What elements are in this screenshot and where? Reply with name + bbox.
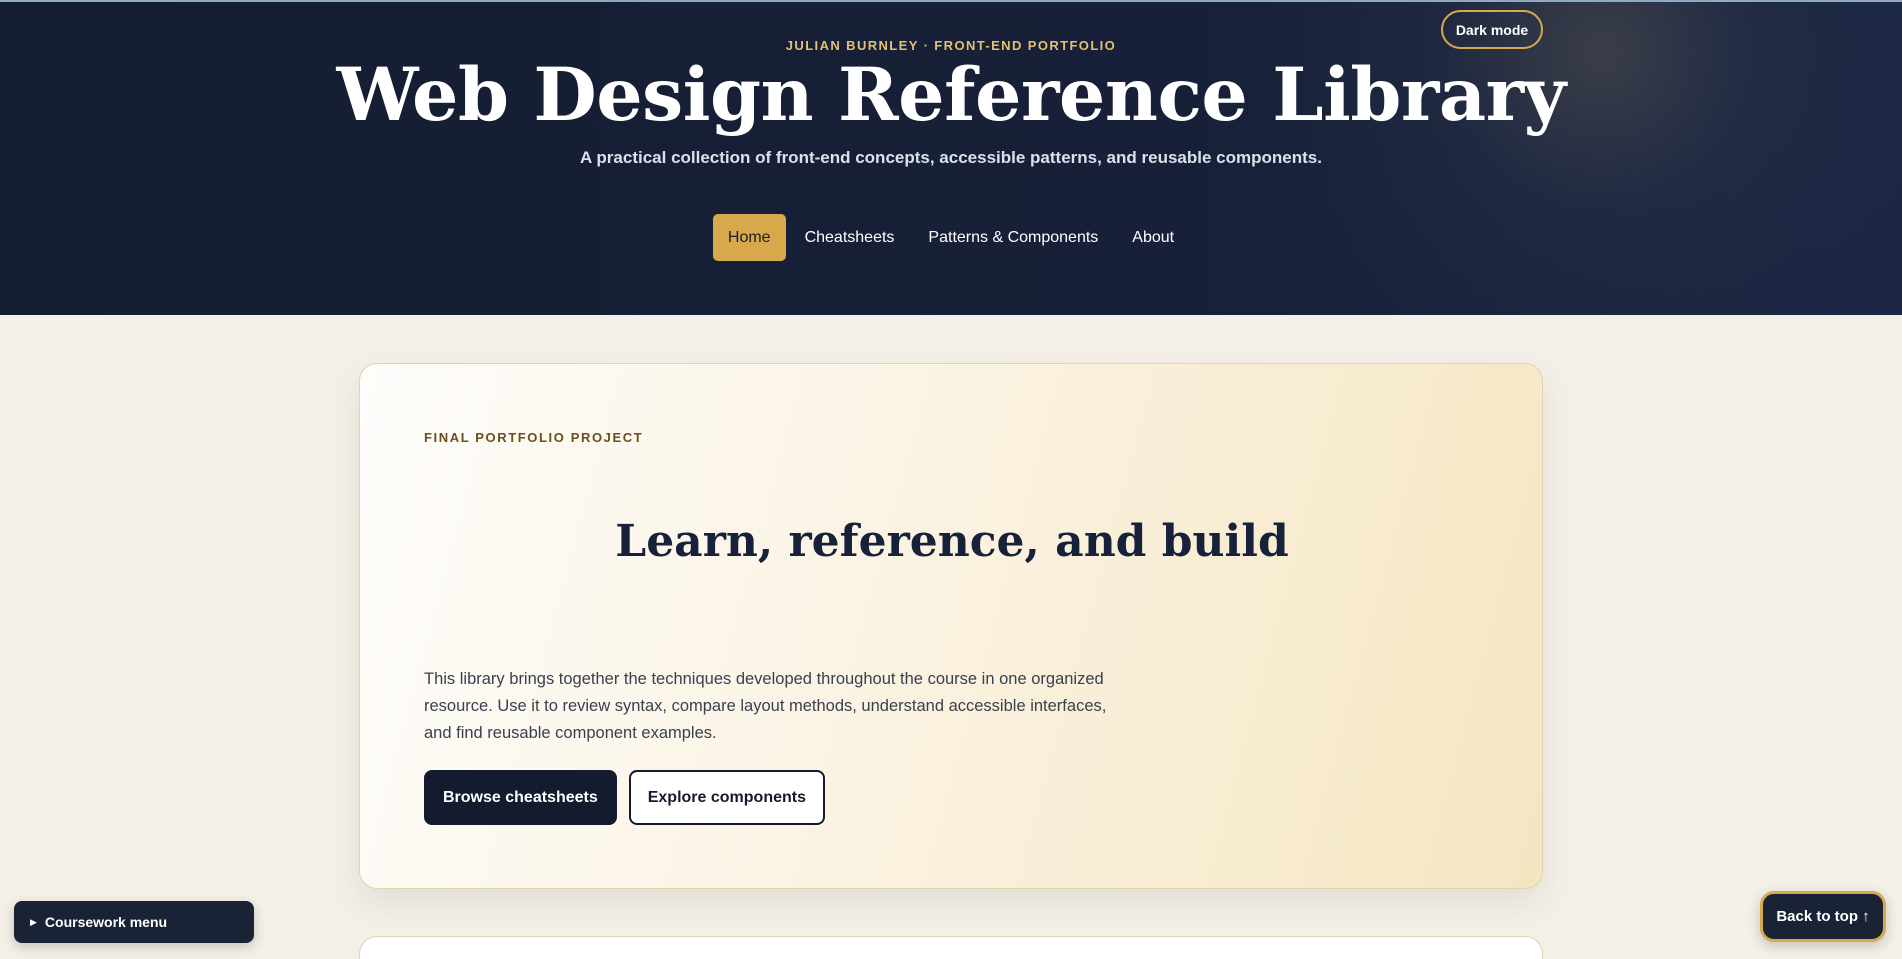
nav-item-home[interactable]: Home xyxy=(712,214,786,261)
site-header: JULIAN BURNLEY · FRONT-END PORTFOLIO Web… xyxy=(0,0,1902,315)
dark-mode-toggle[interactable]: Dark mode xyxy=(1441,10,1543,49)
coursework-menu-label: Coursework menu xyxy=(44,914,168,930)
next-card xyxy=(359,936,1543,959)
back-to-top-button[interactable]: Back to top ↑ xyxy=(1760,891,1886,942)
nav-item-cheatsheets[interactable]: Cheatsheets xyxy=(790,214,910,261)
site-title: Web Design Reference Library xyxy=(336,52,1566,138)
expand-triangle-icon: ▶ xyxy=(30,916,37,927)
explore-components-button[interactable]: Explore components xyxy=(628,770,825,825)
browse-cheatsheets-button[interactable]: Browse cheatsheets xyxy=(424,770,617,825)
intro-eyebrow: FINAL PORTFOLIO PROJECT xyxy=(424,430,644,445)
intro-body: This library brings together the techniq… xyxy=(424,670,1107,742)
nav-item-about[interactable]: About xyxy=(1117,214,1189,261)
nav-item-patterns-components[interactable]: Patterns & Components xyxy=(913,214,1113,261)
intro-card: FINAL PORTFOLIO PROJECT Learn, reference… xyxy=(359,363,1543,889)
coursework-menu-toggle[interactable]: ▶ Coursework menu xyxy=(14,901,254,943)
main-nav: Home Cheatsheets Patterns & Components A… xyxy=(0,214,1902,261)
site-subtitle: A practical collection of front-end conc… xyxy=(580,148,1322,167)
intro-actions: Browse cheatsheets Explore components xyxy=(424,770,825,825)
intro-title: Learn, reference, and build xyxy=(615,516,1289,567)
